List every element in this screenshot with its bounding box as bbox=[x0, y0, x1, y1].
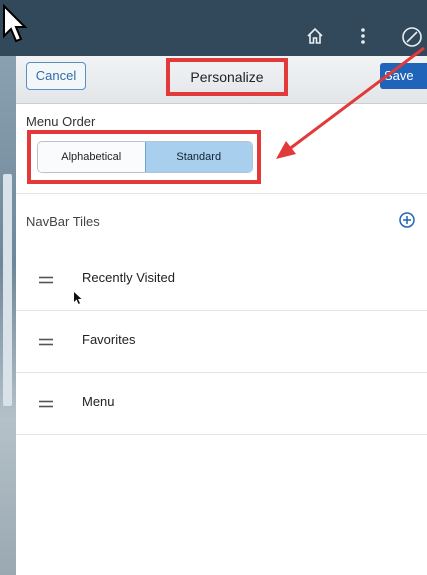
standard-option[interactable]: Standard bbox=[144, 142, 252, 172]
mouse-pointer-icon bbox=[74, 292, 82, 304]
menu-order-toggle: Alphabetical Standard bbox=[37, 141, 253, 173]
home-icon[interactable] bbox=[305, 26, 325, 46]
more-vertical-icon[interactable] bbox=[358, 26, 368, 46]
menu-order-label: Menu Order bbox=[26, 114, 96, 129]
nav-compass-icon[interactable] bbox=[401, 26, 423, 48]
tile-label: Menu bbox=[82, 394, 115, 409]
tile-row-menu[interactable]: Menu bbox=[16, 372, 427, 435]
section-divider bbox=[16, 193, 427, 194]
page-title: Personalize bbox=[190, 69, 264, 85]
app-top-bar bbox=[0, 0, 427, 56]
add-circle-icon[interactable] bbox=[398, 211, 416, 229]
drag-handle-icon[interactable] bbox=[38, 338, 54, 346]
tile-label: Recently Visited bbox=[82, 270, 175, 285]
save-button[interactable]: Save bbox=[380, 63, 427, 89]
tile-label: Favorites bbox=[82, 332, 136, 347]
alphabetical-option[interactable]: Alphabetical bbox=[38, 142, 145, 172]
tile-row-favorites[interactable]: Favorites bbox=[16, 310, 427, 373]
menu-order-highlight-box: Alphabetical Standard bbox=[27, 130, 261, 184]
drag-handle-icon[interactable] bbox=[38, 400, 54, 408]
drag-handle-icon[interactable] bbox=[38, 276, 54, 284]
personalize-panel: Cancel Personalize Save Menu Order Alpha… bbox=[16, 56, 427, 575]
cancel-button[interactable]: Cancel bbox=[26, 62, 86, 90]
background-page-strip bbox=[0, 56, 16, 575]
navbar-tiles-label: NavBar Tiles bbox=[26, 214, 100, 229]
mouse-cursor-icon bbox=[3, 4, 28, 43]
panel-header: Cancel Personalize Save bbox=[16, 56, 427, 104]
title-highlight-box: Personalize bbox=[166, 58, 288, 96]
